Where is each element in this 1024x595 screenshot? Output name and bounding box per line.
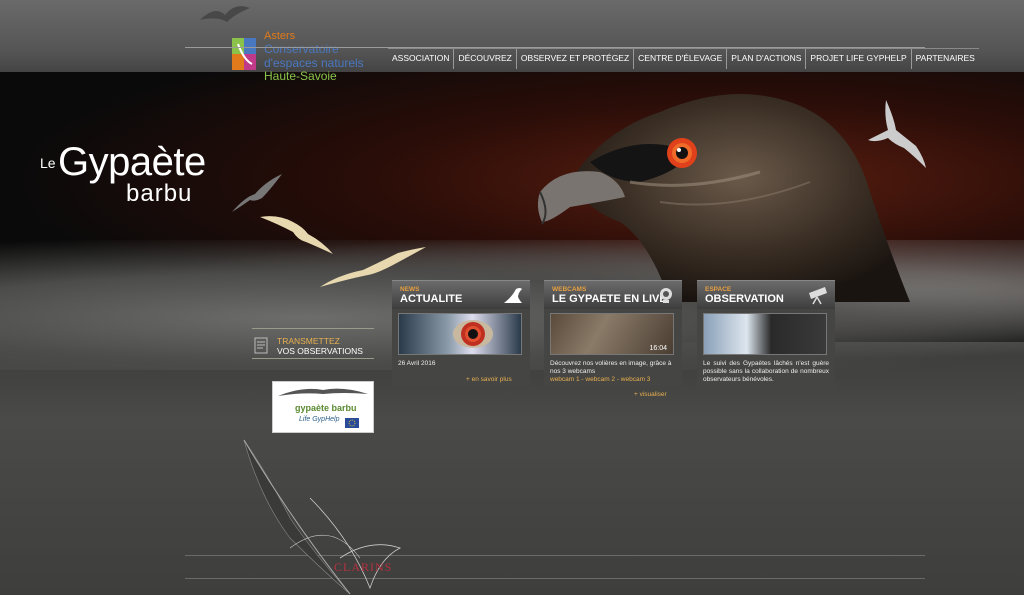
observation-description: Le suivi des Gypaètes lâchés n'est guère… [703,360,829,383]
card-kicker: ESPACE [705,286,732,293]
bird-silhouette-icon [232,174,282,212]
logo-line-4: Haute-Savoie [264,69,337,83]
card-title[interactable]: ACTUALITE [400,293,462,305]
card-kicker: WEBCAMS [552,286,587,293]
webcam-card: WEBCAMS LE GYPAETE EN LIVE 16:04 Découvr… [544,280,682,398]
hero-title: Gypaète [58,140,206,184]
card-title[interactable]: OBSERVATION [705,293,784,305]
banner-title: gypaète barbu [295,403,357,413]
observation-card: ESPACE OBSERVATION Le suivi des Gypaètes… [697,280,835,395]
transmit-label-1: TRANSMETTEZ [277,336,340,346]
nav-item-partenaires[interactable]: PARTENAIRES [912,49,979,69]
news-thumbnail[interactable] [398,313,522,355]
asters-logo-icon [232,38,256,70]
webcam-icon [660,288,672,303]
hero-subtitle: barbu [126,180,193,207]
transmit-label-2: VOS OBSERVATIONS [277,346,363,356]
telescope-icon [809,287,827,305]
webcam-thumbnail[interactable]: 16:04 [550,313,674,355]
logo-line-1: Asters [264,30,296,42]
nav-item-association[interactable]: ASSOCIATION [388,49,455,69]
card-header: WEBCAMS LE GYPAETE EN LIVE [544,280,682,309]
hero-title-prefix: Le [40,155,56,171]
divider [252,328,374,329]
webcam-timestamp: 16:04 [649,345,667,352]
card-header: NEWS ACTUALITE [392,280,530,309]
logo-line-3: d'espaces naturels [264,56,364,70]
read-more-link[interactable]: + en savoir plus [466,376,512,383]
banner-subtitle: Life GypHelp [299,416,340,423]
divider [252,358,374,359]
vulture-logo-icon [278,388,368,396]
card-kicker: NEWS [400,286,420,293]
nav-item-projet-life[interactable]: PROJET LIFE GYPHELP [806,49,912,69]
transmit-observations-link[interactable]: TRANSMETTEZ VOS OBSERVATIONS [252,328,374,368]
nav-item-decouvrez[interactable]: DÉCOUVREZ [454,49,517,69]
visualize-link[interactable]: + visualiser [634,391,667,398]
webcam-links[interactable]: webcam 1 - webcam 2 - webcam 3 [550,376,676,383]
card-body: Le suivi des Gypaètes lâchés n'est guère… [697,309,835,395]
webcam-description: Découvrez nos volières en image, grâce à… [550,360,672,375]
news-card: NEWS ACTUALITE 26 Avril 2016 + en savoir… [392,280,530,387]
nav-item-centre-elevage[interactable]: CENTRE D'ÉLEVAGE [634,49,728,69]
nav-item-observez[interactable]: OBSERVEZ ET PROTÉGEZ [517,49,635,69]
nav-item-plan-actions[interactable]: PLAN D'ACTIONS [727,49,807,69]
bird-icon [504,288,522,303]
sponsor-logo[interactable]: CLARINS [334,560,392,575]
card-body: 16:04 Découvrez nos volières en image, g… [544,309,682,387]
observation-thumbnail[interactable] [703,313,827,355]
eye-icon [453,320,493,348]
card-title[interactable]: LE GYPAETE EN LIVE [552,293,667,305]
bird-silhouette-icon [868,100,926,168]
logo-line-2: Conservatoire [264,42,339,56]
card-header: ESPACE OBSERVATION [697,280,835,309]
news-date: 26 Avril 2016 [398,360,436,367]
eu-flag-icon [345,418,359,428]
decorative-bird-icon [200,6,250,22]
life-gyphelp-banner[interactable]: gypaète barbu Life GypHelp [272,381,374,433]
document-icon [254,337,268,354]
main-nav: ASSOCIATION DÉCOUVREZ OBSERVEZ ET PROTÉG… [388,48,979,69]
